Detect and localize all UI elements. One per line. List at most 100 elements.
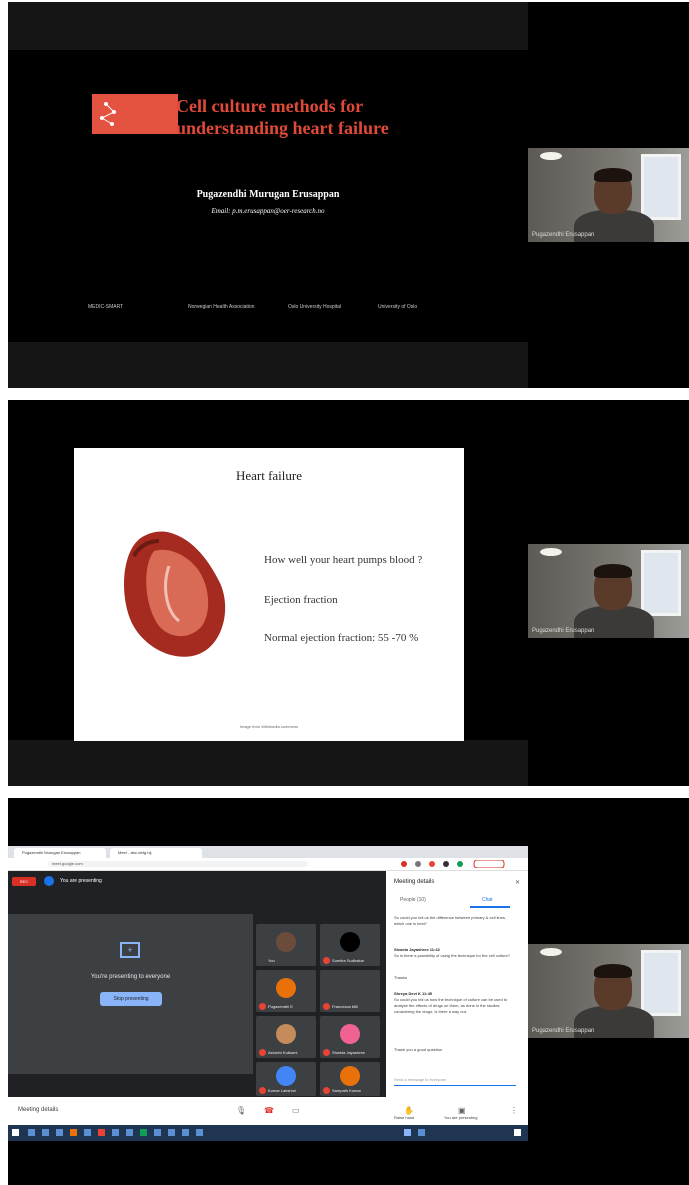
taskbar-app-icon[interactable]	[196, 1129, 203, 1136]
more-options-icon[interactable]: ⋮	[510, 1106, 518, 1115]
raise-hand-label: Raise hand	[394, 1115, 415, 1120]
windows-taskbar	[8, 1125, 528, 1141]
tab-people[interactable]: People (10)	[400, 897, 426, 903]
browser-window: Pugazendhi Murugan Erusappan Meet - abc-…	[8, 846, 528, 1141]
tray-icon[interactable]	[404, 1129, 411, 1136]
slide-title-line2: understanding heart failure	[176, 118, 389, 138]
screenshot-panel-meet-screen: Pugazendhi Murugan Erusappan Meet - abc-…	[8, 798, 689, 1185]
chat-message: Thank you a good question	[394, 1047, 443, 1052]
stop-presenting-button[interactable]: Stop presenting	[100, 992, 162, 1006]
slide-title: Cell culture methods for understanding h…	[176, 95, 476, 139]
browser-tabstrip: Pugazendhi Murugan Erusappan Meet - abc-…	[8, 846, 528, 858]
taskbar-app-icon[interactable]	[154, 1129, 161, 1136]
url-field[interactable]: meet.google.com	[48, 861, 308, 867]
chat-message: Thanks	[394, 975, 408, 980]
presenting-banner: You are presenting	[60, 878, 102, 884]
taskbar-app-icon[interactable]	[70, 1129, 77, 1136]
muted-mic-icon	[323, 957, 330, 964]
panel-title: Meeting details	[394, 879, 435, 885]
bottom-letterbox	[8, 740, 528, 786]
bottom-letterbox	[8, 342, 528, 388]
participant-tile[interactable]: Pugazendhi E	[256, 970, 316, 1012]
tray-icon[interactable]	[418, 1129, 425, 1136]
bullet-3: Normal ejection fraction: 55 -70 %	[264, 632, 419, 644]
presentation-slide: Heart failure How well your heart pumps …	[74, 448, 464, 741]
tab-chat[interactable]: Chat	[482, 897, 493, 903]
author-email: Email: p.m.erusappan@oer-research.no	[211, 207, 325, 215]
muted-mic-icon	[323, 1003, 330, 1010]
screenshot-panel-title-slide: Cell culture methods for understanding h…	[8, 2, 689, 388]
muted-mic-icon	[323, 1049, 330, 1056]
shared-screen-stage: Pugazendhi Murugan Erusappan Meet - abc-…	[8, 798, 528, 1185]
partner-logos: MEDIC-SMART Norwegian Health Association…	[88, 298, 468, 318]
presenting-notice-pane: + You're presenting to everyone Stop pre…	[8, 914, 253, 1074]
medic-logo	[92, 94, 178, 134]
presenter-video-tile[interactable]: Pugazendhi Erusappan	[528, 544, 689, 638]
author-name: Pugazendhi Murugan Erusappan	[196, 189, 340, 200]
participant-tile[interactable]: Sampath Kumar	[320, 1062, 380, 1096]
presenter-video-tile[interactable]: Pugazendhi Erusappan	[528, 148, 689, 242]
presenting-avatar-icon	[44, 876, 54, 886]
heart-image	[124, 531, 226, 657]
logo-health-association: Norwegian Health Association	[188, 304, 255, 310]
bullet-1: How well your heart pumps blood ?	[264, 554, 423, 566]
taskbar-app-icon[interactable]	[28, 1129, 35, 1136]
participant-tile[interactable]: Shweta Jayashree	[320, 1016, 380, 1058]
participant-tile[interactable]: Francesca Mill	[320, 970, 380, 1012]
logo-oslo-hospital: Oslo University Hospital	[288, 304, 342, 310]
muted-mic-icon	[259, 1049, 266, 1056]
logo-medic-smart: MEDIC-SMART	[88, 304, 124, 310]
screenshot-panel-heart-failure: Heart failure How well your heart pumps …	[8, 400, 689, 786]
taskbar-app-icon[interactable]	[140, 1129, 147, 1136]
presenter-video-tile[interactable]: Pugazendhi Erusappan	[528, 944, 689, 1038]
active-tab-indicator	[470, 906, 510, 908]
taskbar-app-icon[interactable]	[182, 1129, 189, 1136]
presenting-label: You are presenting	[444, 1115, 478, 1120]
meeting-details-panel: Meeting details ✕ People (10) Chat So co…	[386, 871, 528, 1097]
presenter-name: Pugazendhi Erusappan	[532, 232, 595, 238]
hangup-icon[interactable]: ☎	[264, 1106, 274, 1115]
image-credit: Image from Wikimedia commons	[239, 724, 299, 729]
taskbar-app-icon[interactable]	[56, 1129, 63, 1136]
slide-title: Heart failure	[235, 468, 303, 483]
participant-tile[interactable]: Kumar Lakshmi	[256, 1062, 316, 1096]
participant-tile[interactable]: You	[256, 924, 316, 966]
presenter-name: Pugazendhi Erusappan	[532, 1028, 595, 1034]
taskbar-app-icon[interactable]	[42, 1129, 49, 1136]
browser-tab-2[interactable]: Meet - abc-defg-hij	[110, 848, 202, 858]
start-icon[interactable]	[12, 1129, 19, 1136]
taskbar-app-icon[interactable]	[126, 1129, 133, 1136]
chat-message: Shreya Devi K 11:45 So could you tell us …	[394, 991, 508, 1014]
meet-control-bar: Meeting details 🎙 ☎ ▭ ✋ Raise hand ▣ You…	[8, 1097, 528, 1125]
recording-bar: REC You are presenting	[8, 871, 386, 891]
close-icon[interactable]: ✕	[515, 879, 520, 886]
presenter-name: Pugazendhi Erusappan	[532, 628, 595, 634]
chat-input[interactable]: Send a message to everyone	[394, 1077, 516, 1086]
taskbar-app-icon[interactable]	[168, 1129, 175, 1136]
shared-screen-stage: Heart failure How well your heart pumps …	[8, 400, 528, 786]
logo-university-oslo: University of Oslo	[378, 304, 418, 310]
extension-icons[interactable]	[398, 860, 518, 868]
shared-screen-stage: Cell culture methods for understanding h…	[8, 2, 528, 388]
participant-tile[interactable]: Ashwini Kulkarni	[256, 1016, 316, 1058]
present-icon[interactable]: ▣	[458, 1106, 466, 1115]
meeting-details-button[interactable]: Meeting details	[18, 1107, 58, 1113]
chat-message: Shweta Jayashree 11:42 So is there a poss…	[394, 947, 511, 958]
chat-message: So could you tell us the difference betw…	[394, 915, 506, 926]
top-letterbox	[8, 2, 528, 50]
taskbar-app-icon[interactable]	[84, 1129, 91, 1136]
browser-tab-1[interactable]: Pugazendhi Murugan Erusappan	[14, 848, 106, 858]
microphone-icon[interactable]: 🎙	[236, 1106, 246, 1115]
taskbar-app-icon[interactable]	[112, 1129, 119, 1136]
medic-logo-icon	[100, 102, 116, 126]
participant-tile[interactable]: Sumitra Sudhakar	[320, 924, 380, 966]
taskbar-app-icon[interactable]	[98, 1129, 105, 1136]
notification-icon[interactable]	[514, 1129, 521, 1136]
camera-icon[interactable]: ▭	[292, 1106, 300, 1115]
muted-mic-icon	[259, 1003, 266, 1010]
bullet-2: Ejection fraction	[264, 594, 338, 606]
muted-mic-icon	[323, 1087, 330, 1094]
raise-hand-icon[interactable]: ✋	[404, 1106, 414, 1115]
present-screen-icon: +	[120, 942, 140, 958]
rec-badge: REC	[12, 877, 36, 886]
